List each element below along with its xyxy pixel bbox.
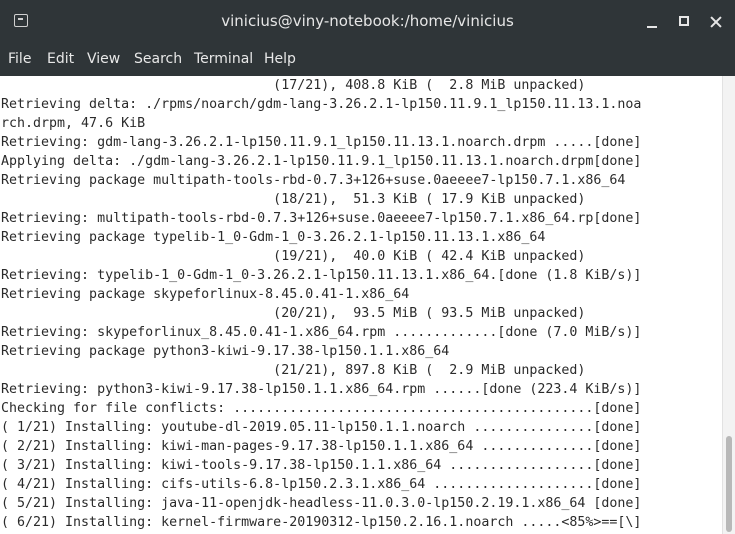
- terminal-line: Retrieving: python3-kiwi-9.17.38-lp150.1…: [1, 382, 642, 397]
- terminal-line: rch.drpm, 47.6 KiB: [1, 116, 146, 131]
- terminal-line: ( 6/21) Installing: kernel-firmware-2019…: [1, 515, 642, 530]
- terminal-line: Checking for file conflicts: ...........…: [1, 401, 642, 416]
- terminal-line: Retrieving: skypeforlinux_8.45.0.41-1.x8…: [1, 325, 642, 340]
- terminal-line: ( 4/21) Installing: cifs-utils-6.8-lp150…: [1, 477, 642, 492]
- menu-view[interactable]: View: [87, 51, 120, 67]
- terminal-line: (20/21), 93.5 MiB ( 93.5 MiB unpacked): [1, 306, 586, 321]
- terminal-output[interactable]: (17/21), 408.8 KiB ( 2.8 MiB unpacked) Re…: [0, 76, 722, 534]
- menu-bar: File Edit View Search Terminal Help: [0, 44, 735, 76]
- menu-search[interactable]: Search: [134, 51, 182, 67]
- terminal-line: ( 3/21) Installing: kiwi-tools-9.17.38-l…: [1, 458, 642, 473]
- scrollbar[interactable]: [722, 76, 735, 534]
- terminal-line: Retrieving package python3-kiwi-9.17.38-…: [1, 344, 450, 359]
- terminal-line: ( 1/21) Installing: youtube-dl-2019.05.1…: [1, 420, 642, 435]
- menu-terminal[interactable]: Terminal: [194, 51, 253, 67]
- menu-file[interactable]: File: [8, 51, 31, 67]
- menu-help[interactable]: Help: [264, 51, 296, 67]
- terminal-line: (17/21), 408.8 KiB ( 2.8 MiB unpacked): [1, 78, 586, 93]
- terminal-line: (19/21), 40.0 KiB ( 42.4 KiB unpacked): [1, 249, 586, 264]
- maximize-icon[interactable]: [673, 12, 695, 32]
- window-title: vinicius@viny-notebook:/home/vinicius: [221, 12, 514, 30]
- scrollbar-thumb[interactable]: [726, 436, 732, 532]
- menu-edit[interactable]: Edit: [47, 51, 74, 67]
- terminal-line: Retrieving: typelib-1_0-Gdm-1_0-3.26.2.1…: [1, 268, 642, 283]
- terminal-window: vinicius@viny-notebook:/home/vinicius Fi…: [0, 0, 735, 534]
- title-bar[interactable]: vinicius@viny-notebook:/home/vinicius: [0, 0, 735, 44]
- terminal-line: Retrieving: gdm-lang-3.26.2.1-lp150.11.9…: [1, 135, 642, 150]
- close-icon[interactable]: [705, 12, 727, 32]
- minimize-icon[interactable]: [641, 12, 663, 32]
- terminal-line: (21/21), 897.8 KiB ( 2.9 MiB unpacked): [1, 363, 586, 378]
- terminal-line: Retrieving package typelib-1_0-Gdm-1_0-3…: [1, 230, 546, 245]
- terminal-line: Retrieving package skypeforlinux-8.45.0.…: [1, 287, 410, 302]
- terminal-line: Applying delta: ./gdm-lang-3.26.2.1-lp15…: [1, 154, 642, 169]
- terminal-line: (18/21), 51.3 KiB ( 17.9 KiB unpacked): [1, 192, 586, 207]
- terminal-line: ( 5/21) Installing: java-11-openjdk-head…: [1, 496, 642, 511]
- terminal-line: ( 2/21) Installing: kiwi-man-pages-9.17.…: [1, 439, 642, 454]
- terminal-line: Retrieving package multipath-tools-rbd-0…: [1, 173, 626, 188]
- terminal-line: Retrieving: multipath-tools-rbd-0.7.3+12…: [1, 211, 642, 226]
- terminal-line: Retrieving delta: ./rpms/noarch/gdm-lang…: [1, 97, 642, 112]
